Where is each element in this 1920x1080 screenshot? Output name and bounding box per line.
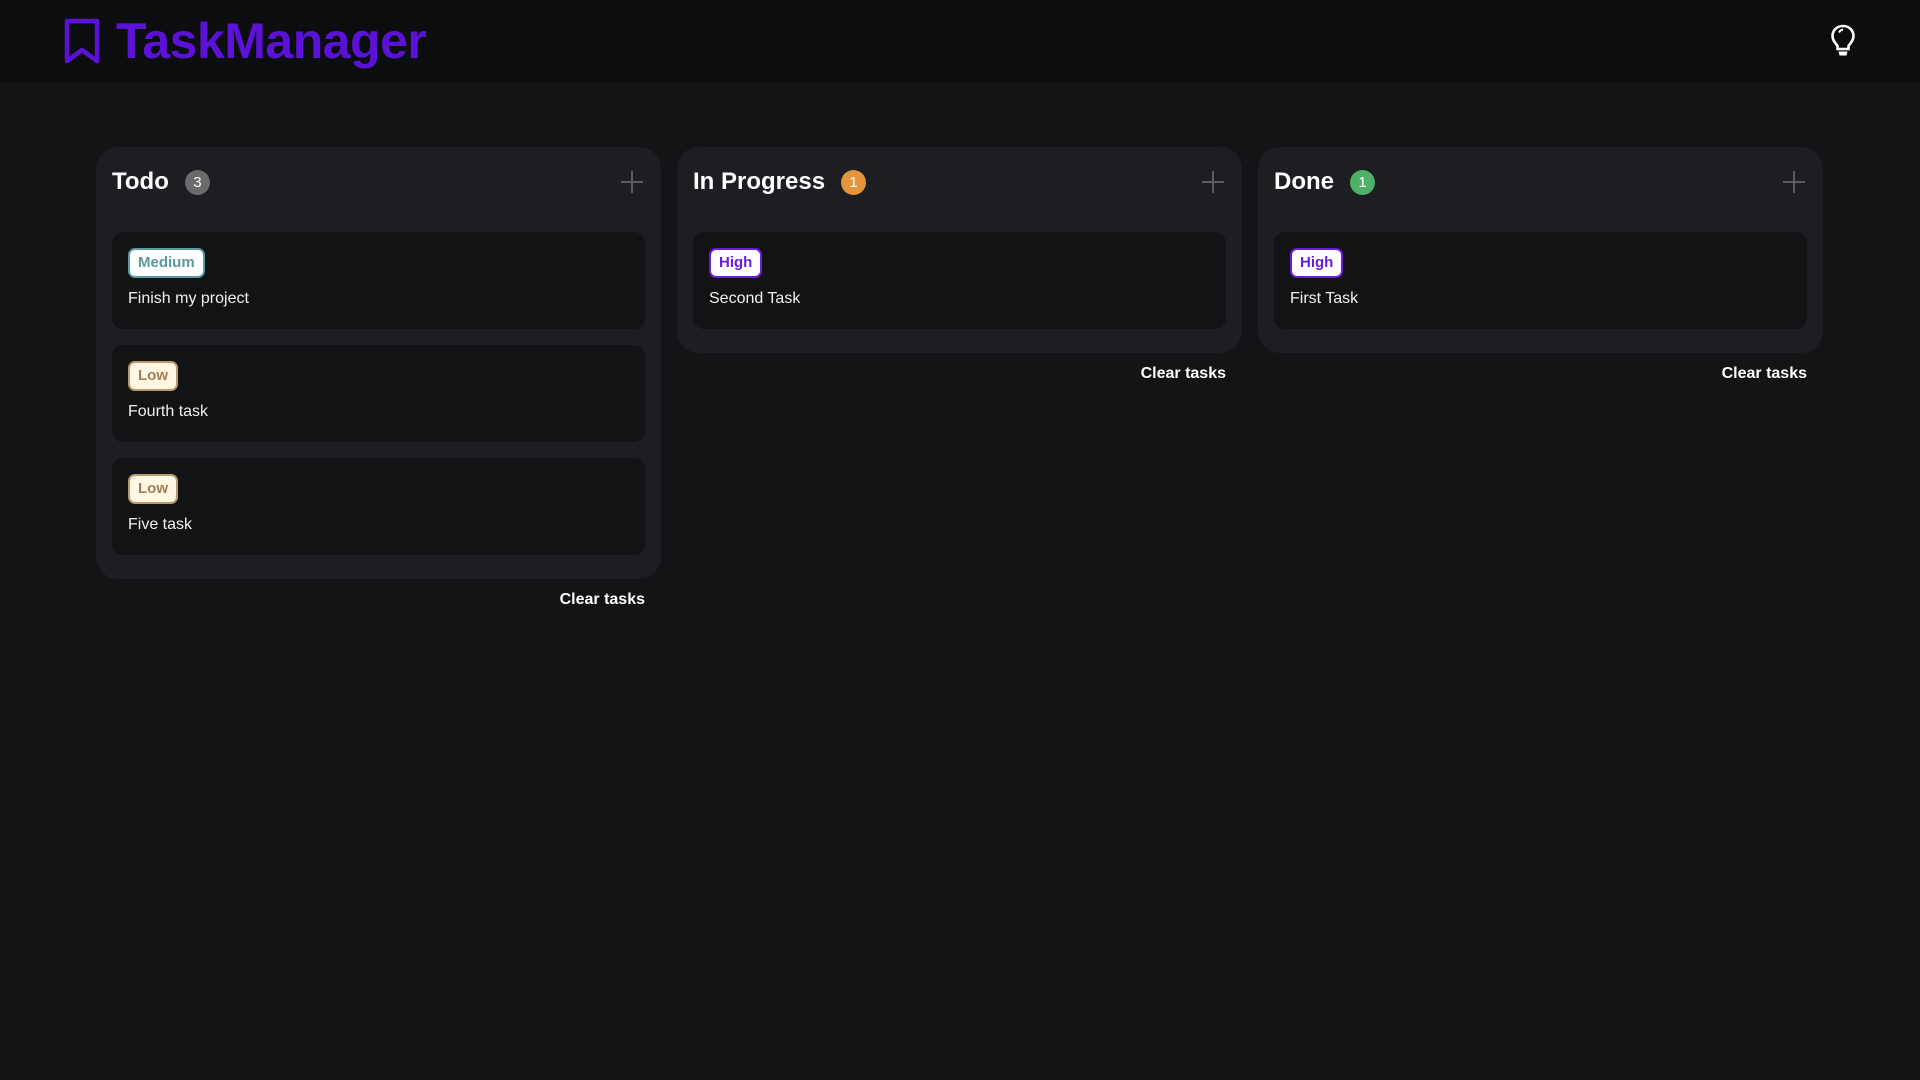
- task-card[interactable]: Medium Finish my project: [112, 232, 645, 329]
- column-title: Done: [1274, 168, 1334, 195]
- task-title: Five task: [128, 516, 193, 533]
- task-title: Fourth task: [128, 403, 209, 420]
- theme-toggle-button[interactable]: [1826, 22, 1860, 60]
- clear-tasks-button[interactable]: Clear tasks: [1141, 365, 1226, 383]
- column-panel[interactable]: Todo 3 Medium Finish my project Low Four…: [96, 147, 661, 579]
- column-header: Todo 3: [112, 163, 645, 201]
- column-in-progress: In Progress 1 High Second Task Clear tas…: [677, 147, 1242, 383]
- task-count-badge: 1: [841, 169, 867, 195]
- task-card[interactable]: Low Fourth task: [112, 345, 645, 442]
- priority-badge: Low: [128, 474, 178, 504]
- column-panel[interactable]: In Progress 1 High Second Task: [677, 147, 1242, 353]
- task-count-badge: 1: [1350, 169, 1375, 195]
- clear-tasks-button[interactable]: Clear tasks: [560, 591, 645, 609]
- column-todo: Todo 3 Medium Finish my project Low Four…: [96, 147, 661, 609]
- clear-tasks-button[interactable]: Clear tasks: [1722, 365, 1807, 383]
- app-header: TaskManager: [0, 0, 1920, 83]
- bookmark-icon: [64, 18, 100, 64]
- task-card[interactable]: High First Task: [1274, 232, 1807, 329]
- lightbulb-icon: [1831, 24, 1855, 56]
- column-header: Done 1: [1274, 163, 1807, 201]
- kanban-board: Todo 3 Medium Finish my project Low Four…: [96, 147, 1823, 609]
- task-title: Second Task: [709, 290, 801, 307]
- logo[interactable]: TaskManager: [62, 13, 427, 69]
- column-panel[interactable]: Done 1 High First Task: [1258, 147, 1823, 353]
- task-card[interactable]: Low Five task: [112, 458, 645, 555]
- column-title: Todo: [112, 168, 169, 195]
- column-done: Done 1 High First Task Clear tasks: [1258, 147, 1823, 383]
- task-title: Finish my project: [128, 290, 249, 307]
- column-header: In Progress 1: [693, 163, 1226, 201]
- plus-icon[interactable]: [1781, 169, 1807, 195]
- task-card[interactable]: High Second Task: [693, 232, 1226, 329]
- priority-badge: Low: [128, 361, 178, 391]
- app-title: TaskManager: [116, 13, 427, 69]
- task-count-badge: 3: [184, 169, 210, 195]
- task-title: First Task: [1290, 290, 1359, 307]
- priority-badge: Medium: [128, 248, 205, 278]
- priority-badge: High: [1290, 248, 1344, 278]
- plus-icon[interactable]: [619, 169, 645, 195]
- priority-badge: High: [709, 248, 763, 278]
- plus-icon[interactable]: [1200, 169, 1226, 195]
- column-title: In Progress: [693, 168, 826, 195]
